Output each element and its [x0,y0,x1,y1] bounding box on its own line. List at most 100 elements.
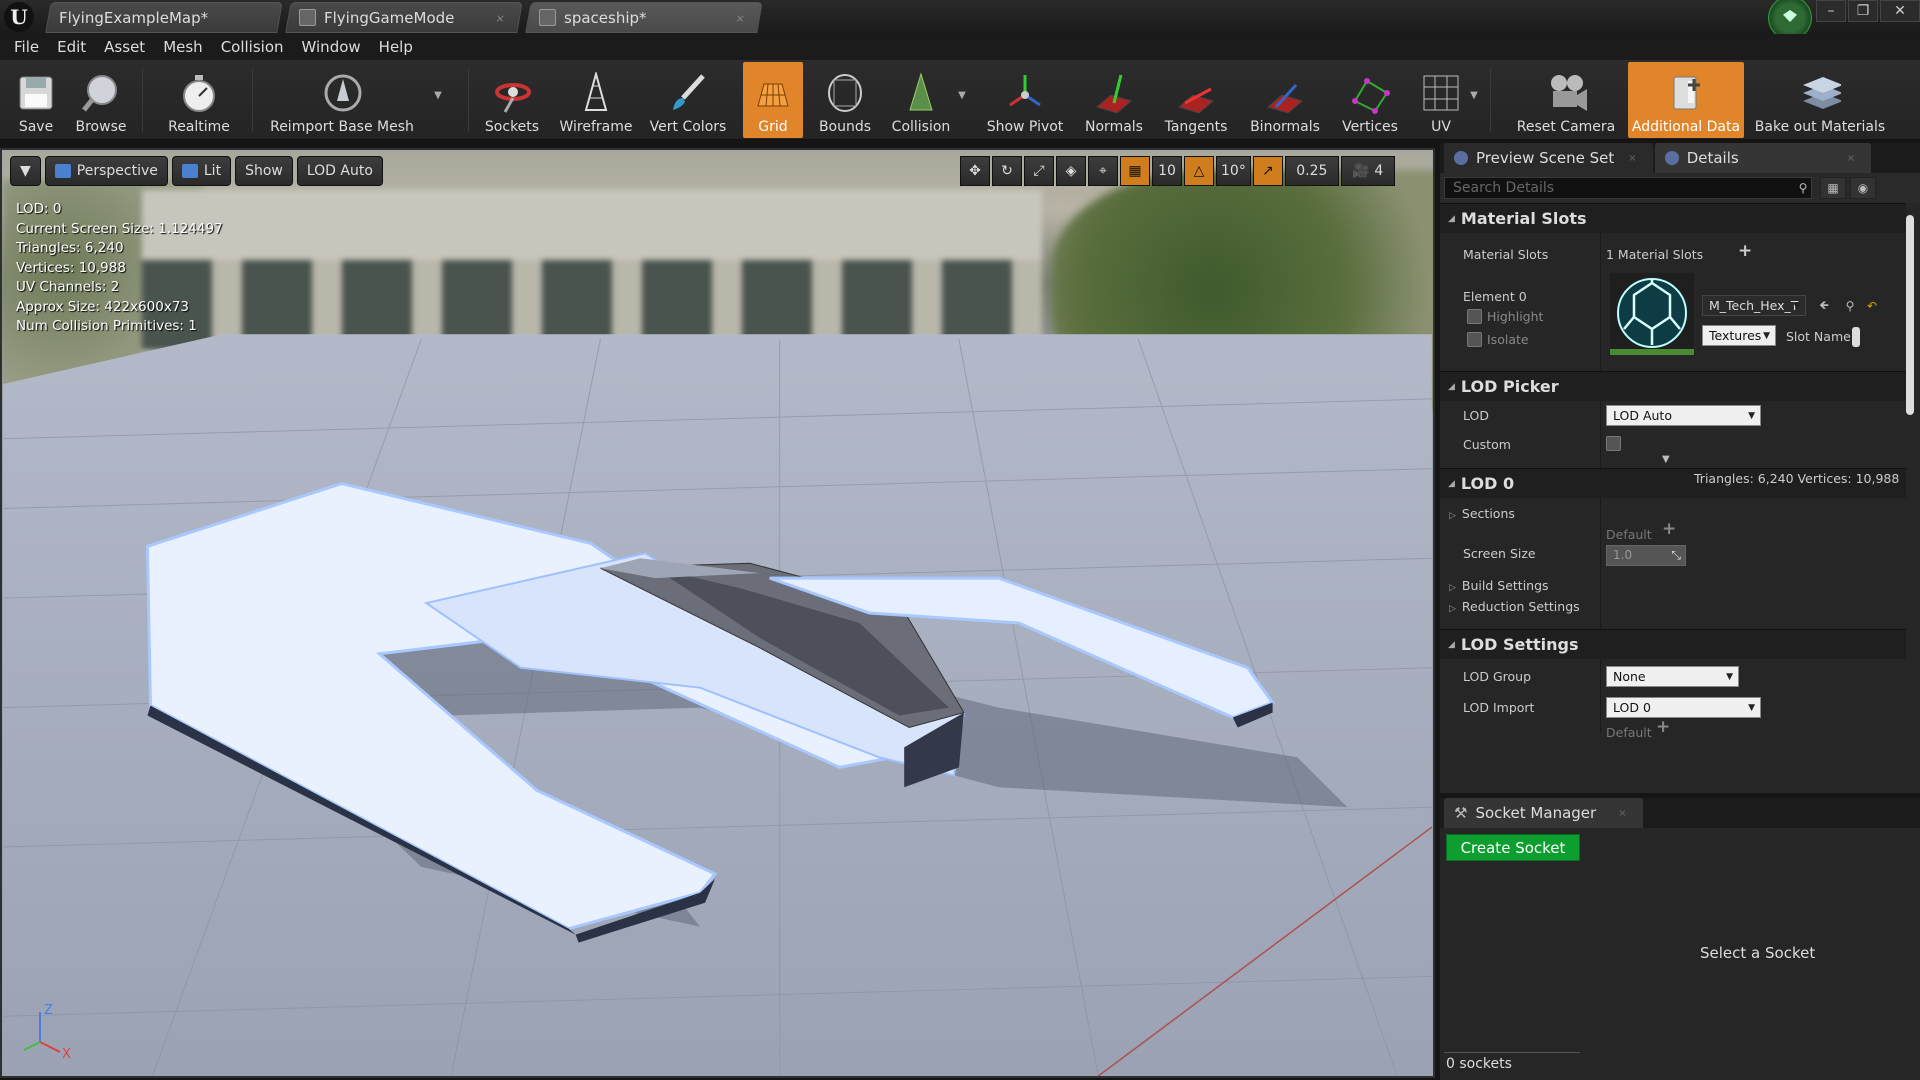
build-settings-expander[interactable]: ▷ Build Settings [1449,578,1549,593]
tab-flying-example-map[interactable]: FlyingExampleMap* [45,2,283,33]
reduction-settings-expander[interactable]: ▷ Reduction Settings [1449,599,1580,614]
menu-help[interactable]: Help [370,38,422,56]
show-button[interactable]: Show [235,156,293,186]
lit-button[interactable]: Lit [171,156,232,186]
menu-edit[interactable]: Edit [48,38,95,56]
lod-label: LOD [1463,408,1489,423]
browse-button[interactable]: Browse [70,62,132,138]
save-button[interactable]: Save [8,62,64,138]
normals-button[interactable]: Normals [1080,62,1148,138]
details-icon [1664,151,1679,165]
bounds-button[interactable]: Bounds [815,62,875,138]
mesh-viewport[interactable]: ▼ Perspective Lit Show LOD Auto ✥ ↻ ⤢ ◈ … [0,148,1435,1078]
vert-colors-button[interactable]: Vert Colors [648,62,728,138]
lod-auto-button[interactable]: LOD Auto [296,156,383,186]
stat-lod: LOD: 0 [16,201,62,217]
close-icon[interactable]: × [1618,808,1626,819]
add-platform-override-icon[interactable]: + [1662,519,1676,539]
search-details-input[interactable] [1444,177,1812,199]
additional-data-button[interactable]: Additional Data [1628,62,1744,138]
lod-settings-header[interactable]: ◢ LOD Settings [1440,629,1906,659]
tangents-button[interactable]: Tangents [1160,62,1232,138]
lod-picker-header[interactable]: ◢ LOD Picker [1440,371,1906,401]
menu-file[interactable]: File [5,38,48,56]
add-override-icon[interactable]: + [1656,717,1670,737]
menu-asset[interactable]: Asset [95,38,154,56]
sections-expander[interactable]: ▷ Sections [1449,506,1515,521]
restore-button[interactable]: ❐ [1848,0,1878,22]
uv-grid-icon [1420,71,1462,115]
show-pivot-button[interactable]: Show Pivot [984,62,1066,138]
surface-snap-icon[interactable]: ⌖ [1088,156,1118,186]
paint-brush-icon [667,71,709,115]
uv-button[interactable]: UV [1414,62,1468,138]
eye-visibility-icon[interactable]: ◉ [1850,177,1876,199]
custom-lod-checkbox[interactable] [1606,436,1621,451]
add-material-slot-icon[interactable]: + [1738,241,1752,261]
grid-snap-value[interactable]: 10 [1152,156,1182,186]
property-matrix-icon[interactable]: ▦ [1820,177,1846,199]
close-window-button[interactable]: ✕ [1880,0,1920,22]
wireframe-button[interactable]: Wireframe [558,62,634,138]
minimize-button[interactable]: – [1816,0,1846,22]
grid-toggle-button[interactable]: Grid [743,62,803,138]
socket-wrench-icon: ⚒ [1454,804,1468,822]
details-scrollbar[interactable] [1906,215,1914,415]
viewport-options-dropdown[interactable]: ▼ [10,156,41,186]
collision-button[interactable]: Collision [888,62,954,138]
scale-snap-value[interactable]: 0.25 [1284,156,1339,186]
camera-speed-button[interactable]: 🎥 4 [1340,156,1395,186]
perspective-icon [54,164,71,178]
tab-spaceship[interactable]: spaceship* × [525,2,763,33]
create-socket-button[interactable]: Create Socket [1446,834,1580,861]
bake-out-materials-button[interactable]: Bake out Materials [1750,62,1890,138]
reset-camera-button[interactable]: Reset Camera [1512,62,1620,138]
realtime-button[interactable]: Realtime [160,62,238,138]
perspective-button[interactable]: Perspective [44,156,168,186]
close-icon[interactable]: × [1628,153,1636,164]
expand-arrow-icon[interactable]: ▼ [1662,454,1670,465]
close-icon[interactable]: × [1847,153,1855,164]
grid-snap-icon[interactable]: ▦ [1120,156,1150,186]
sockets-button[interactable]: Sockets [480,62,544,138]
reimport-dropdown-icon[interactable]: ▼ [432,90,444,102]
lod-picker-combo[interactable]: LOD Auto [1606,405,1761,426]
world-local-icon[interactable]: ◈ [1056,156,1086,186]
tab-preview-scene-set[interactable]: Preview Scene Set × [1444,143,1653,173]
rotation-snap-value[interactable]: 10° [1216,156,1251,186]
rotate-tool-icon[interactable]: ↻ [992,156,1022,186]
highlight-checkbox[interactable] [1467,309,1482,324]
material-thumbnail[interactable] [1610,273,1694,355]
menu-collision[interactable]: Collision [212,38,293,56]
binormals-button[interactable]: Binormals [1246,62,1324,138]
material-slots-header[interactable]: ◢ Material Slots [1440,203,1906,233]
menu-mesh[interactable]: Mesh [154,38,212,56]
unreal-logo-icon[interactable]: U [4,2,34,32]
vertices-button[interactable]: Vertices [1338,62,1402,138]
scale-tool-icon[interactable]: ⤢ [1024,156,1054,186]
material-asset-combo[interactable]: M_Tech_Hex_T [1702,295,1806,316]
toolbar: Save Browse Realtime Reimport Base Mesh … [0,60,1920,140]
scale-snap-icon[interactable]: ↗ [1252,156,1283,186]
menu-window[interactable]: Window [293,38,370,56]
tab-flying-game-mode[interactable]: FlyingGameMode × [285,2,523,33]
uv-dropdown-icon[interactable]: ▼ [1468,90,1480,102]
slot-name-field[interactable] [1852,327,1860,347]
use-selected-arrow-icon[interactable]: 🡸 [1811,295,1837,317]
lod-group-combo[interactable]: None [1606,666,1739,687]
stat-screen-size: Current Screen Size: 1.124497 [16,220,223,237]
rotation-snap-icon[interactable]: △ [1184,156,1214,186]
textures-combo[interactable]: Textures [1702,325,1776,346]
material-slots-count: 1 Material Slots [1606,247,1704,262]
lod-import-combo[interactable]: LOD 0 [1606,697,1761,718]
stat-approx-size: Approx Size: 422x600x73 [16,298,189,315]
collision-dropdown-icon[interactable]: ▼ [956,90,968,102]
tab-details[interactable]: Details × [1654,143,1872,173]
tab-label: spaceship* [564,8,647,27]
tab-socket-manager[interactable]: ⚒ Socket Manager × [1444,798,1643,828]
reset-to-default-icon[interactable]: ↶ [1859,295,1885,317]
isolate-checkbox[interactable] [1467,332,1482,347]
reimport-base-mesh-button[interactable]: Reimport Base Mesh [262,62,422,138]
screen-size-input[interactable]: 1.0 ⤡ [1606,545,1686,566]
translate-tool-icon[interactable]: ✥ [960,156,990,186]
